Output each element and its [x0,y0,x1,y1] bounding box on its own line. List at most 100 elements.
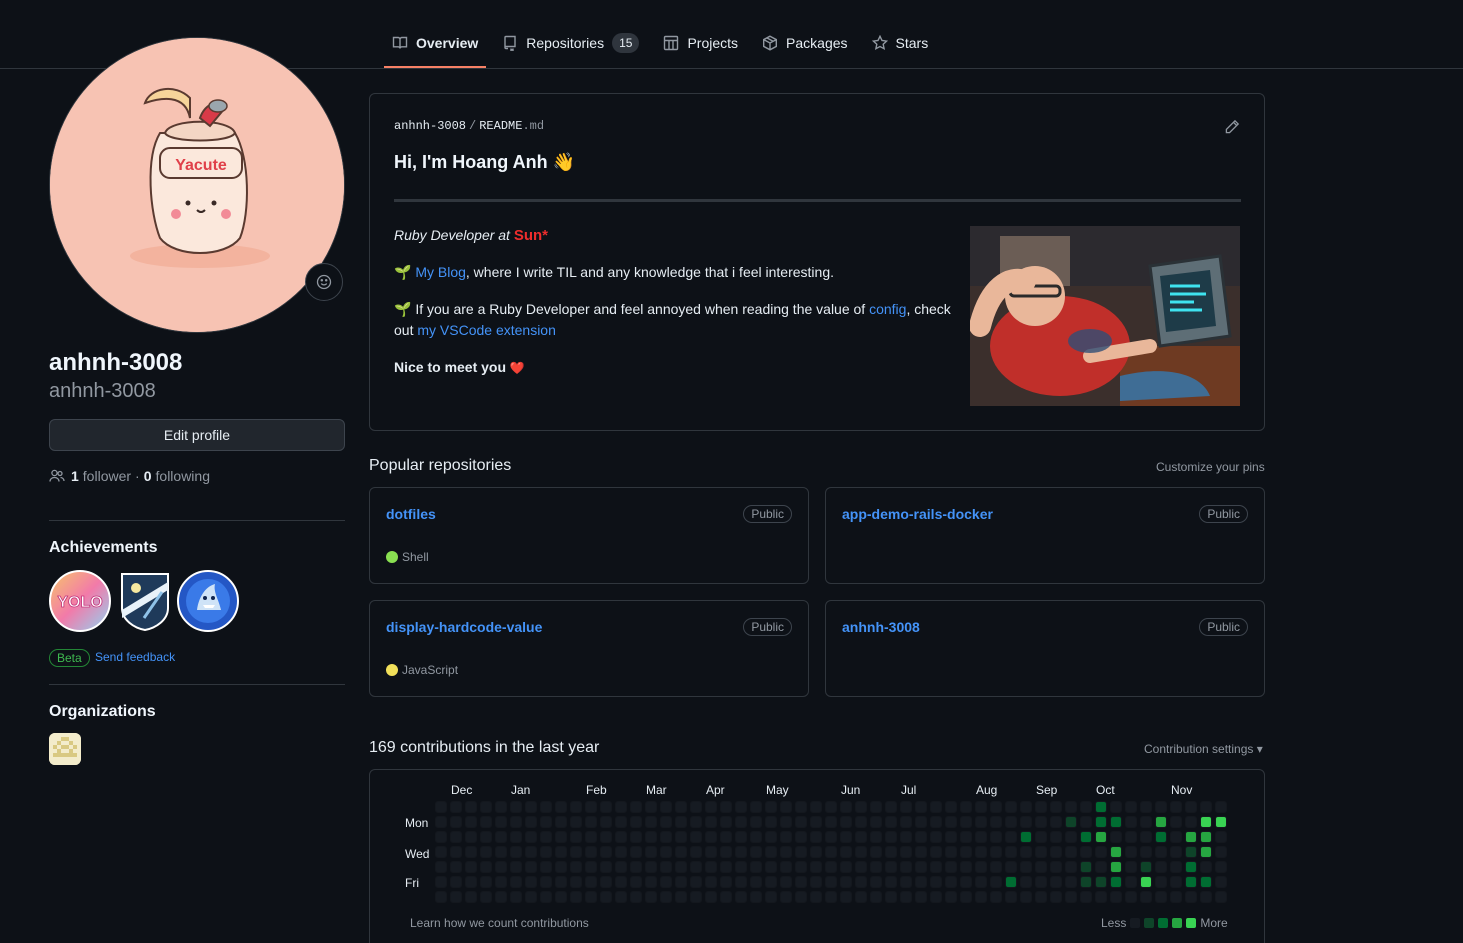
contribution-day[interactable] [451,862,461,872]
contribution-day[interactable] [751,892,761,902]
contribution-day[interactable] [931,817,941,827]
contribution-day[interactable] [541,892,551,902]
contribution-day[interactable] [1126,862,1136,872]
contribution-day[interactable] [931,892,941,902]
contribution-day[interactable] [811,832,821,842]
organization-avatar[interactable] [49,733,81,765]
contribution-day[interactable] [886,877,896,887]
contribution-day[interactable] [961,862,971,872]
contribution-day[interactable] [631,862,641,872]
contribution-day[interactable] [601,817,611,827]
contribution-day[interactable] [646,877,656,887]
contribution-day[interactable] [586,877,596,887]
followers-label[interactable]: follower [83,468,131,484]
contribution-day[interactable] [556,847,566,857]
contribution-day[interactable] [676,877,686,887]
readme-owner-link[interactable]: anhnh-3008 [394,119,466,133]
contribution-day[interactable] [721,817,731,827]
contribution-day[interactable] [1036,877,1046,887]
contribution-day[interactable] [1021,877,1031,887]
contribution-day[interactable] [736,892,746,902]
contribution-day[interactable] [1096,892,1106,902]
contribution-day[interactable] [436,802,446,812]
contribution-day[interactable] [1186,862,1196,872]
contribution-day[interactable] [586,862,596,872]
contribution-day[interactable] [736,817,746,827]
contribution-day[interactable] [1171,877,1181,887]
contribution-day[interactable] [1126,877,1136,887]
contribution-day[interactable] [826,877,836,887]
send-feedback-link[interactable]: Send feedback [95,650,175,664]
contribution-day[interactable] [796,877,806,887]
contribution-day[interactable] [451,877,461,887]
contribution-day[interactable] [1201,877,1211,887]
tab-repositories[interactable]: Repositories 15 [494,20,647,68]
contribution-day[interactable] [1006,817,1016,827]
contribution-day[interactable] [976,832,986,842]
contribution-day[interactable] [751,862,761,872]
contribution-day[interactable] [1006,862,1016,872]
contribution-day[interactable] [991,847,1001,857]
contribution-day[interactable] [916,862,926,872]
contribution-day[interactable] [961,877,971,887]
contribution-day[interactable] [811,847,821,857]
contribution-day[interactable] [541,847,551,857]
contribution-day[interactable] [1096,847,1106,857]
contribution-day[interactable] [811,802,821,812]
contribution-day[interactable] [541,877,551,887]
contribution-day[interactable] [661,802,671,812]
contribution-day[interactable] [1126,802,1136,812]
contribution-day[interactable] [1051,802,1061,812]
contribution-day[interactable] [1126,892,1136,902]
following-label[interactable]: following [156,468,210,484]
contribution-day[interactable] [571,817,581,827]
contribution-day[interactable] [856,847,866,857]
contribution-day[interactable] [1201,832,1211,842]
contribution-day[interactable] [511,802,521,812]
contribution-day[interactable] [1066,877,1076,887]
contribution-day[interactable] [1216,802,1226,812]
contribution-day[interactable] [931,877,941,887]
contribution-day[interactable] [1006,877,1016,887]
contribution-day[interactable] [781,802,791,812]
vscode-extension-link[interactable]: my VSCode extension [417,322,556,338]
contribution-day[interactable] [961,817,971,827]
contribution-day[interactable] [481,862,491,872]
contribution-day[interactable] [1066,832,1076,842]
contribution-day[interactable] [1111,832,1121,842]
contribution-day[interactable] [466,892,476,902]
contribution-day[interactable] [631,802,641,812]
contribution-day[interactable] [481,817,491,827]
contribution-day[interactable] [766,892,776,902]
contribution-day[interactable] [766,847,776,857]
contribution-day[interactable] [1096,832,1106,842]
contribution-day[interactable] [736,802,746,812]
learn-contributions-link[interactable]: Learn how we count contributions [410,916,589,930]
contribution-day[interactable] [856,892,866,902]
contribution-day[interactable] [796,862,806,872]
contribution-day[interactable] [661,877,671,887]
contribution-day[interactable] [466,847,476,857]
contribution-day[interactable] [1156,817,1166,827]
contribution-day[interactable] [691,847,701,857]
contribution-day[interactable] [541,862,551,872]
contribution-day[interactable] [991,802,1001,812]
contribution-day[interactable] [766,817,776,827]
contribution-day[interactable] [601,877,611,887]
contribution-day[interactable] [826,892,836,902]
contribution-day[interactable] [1141,862,1151,872]
contribution-day[interactable] [451,802,461,812]
contribution-day[interactable] [916,877,926,887]
contribution-day[interactable] [721,877,731,887]
contribution-day[interactable] [721,802,731,812]
contribution-day[interactable] [1141,817,1151,827]
contribution-day[interactable] [781,862,791,872]
contribution-day[interactable] [1186,877,1196,887]
contribution-day[interactable] [1141,802,1151,812]
contribution-day[interactable] [451,832,461,842]
contribution-day[interactable] [481,892,491,902]
contribution-day[interactable] [1036,832,1046,842]
contribution-day[interactable] [1021,847,1031,857]
contribution-day[interactable] [511,862,521,872]
contribution-day[interactable] [541,802,551,812]
